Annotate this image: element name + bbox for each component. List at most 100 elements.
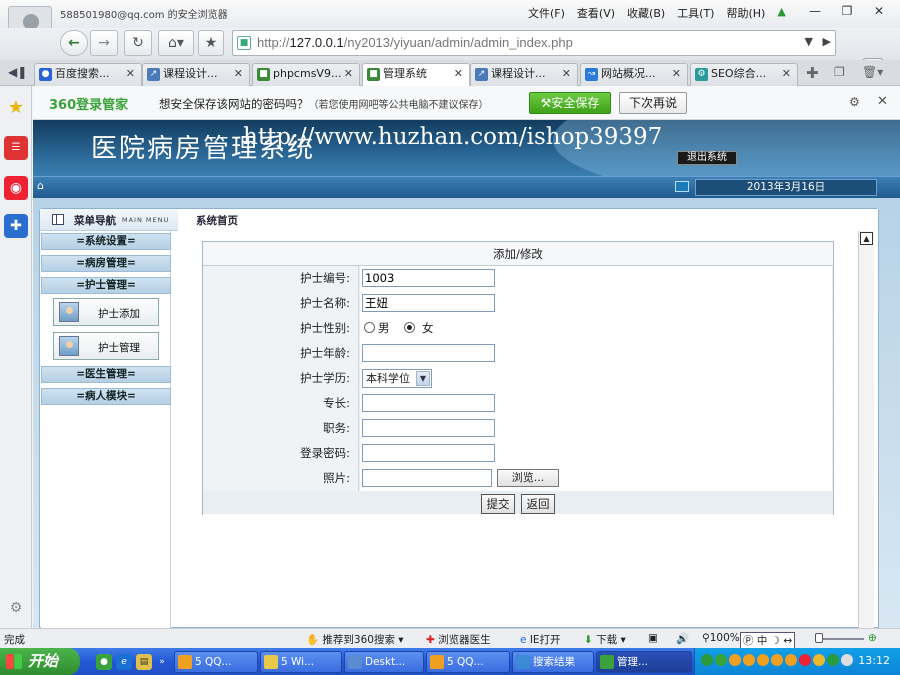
tab-close-icon[interactable]: ✕ (782, 64, 791, 84)
tray-qq-icon[interactable] (757, 654, 769, 666)
zoom-control[interactable]: ⚲100% (702, 632, 740, 644)
zoom-slider-knob[interactable] (815, 633, 823, 643)
forward-button[interactable]: → (90, 30, 118, 56)
tab-baidu[interactable]: ● 百度搜索... ✕ (34, 63, 142, 86)
nav-group-nurse-management[interactable]: =护士管理= (41, 277, 171, 294)
zoom-in-icon[interactable]: ⊕ (868, 632, 877, 644)
tray-qq-icon[interactable] (785, 654, 797, 666)
breadcrumb-home[interactable]: 系统首页 (196, 213, 238, 228)
tray-shield-icon[interactable] (813, 654, 825, 666)
tray-qq-icon[interactable] (771, 654, 783, 666)
back-button[interactable]: 返回 (521, 494, 555, 514)
nav-group-patient-module[interactable]: =病人模块= (41, 388, 171, 405)
close-icon[interactable]: ✕ (864, 2, 894, 20)
url-dropdown-icon[interactable]: ▼ (805, 35, 813, 48)
browse-button[interactable]: 浏览... (497, 469, 559, 487)
nurse-id-input[interactable]: 1003 (362, 269, 495, 287)
tab-admin-system[interactable]: ■ 管理系统 ✕ (362, 63, 470, 86)
menu-help[interactable]: 帮助(H) (726, 5, 765, 21)
refresh-button[interactable]: ↻ (124, 30, 152, 56)
tray-360-icon[interactable] (715, 654, 727, 666)
ime-toolbar[interactable]: Ⓟ 中 ☽ ↔ (740, 632, 796, 649)
speciality-input[interactable] (362, 394, 495, 412)
gender-female-radio[interactable] (404, 322, 415, 333)
folder-icon[interactable]: ▤ (136, 654, 152, 670)
menu-file[interactable]: 文件(F) (528, 5, 565, 21)
tab-seo[interactable]: ⚙ SEO综合... ✕ (690, 63, 798, 86)
tray-app-icon[interactable] (701, 654, 713, 666)
ie-icon[interactable]: e (116, 654, 132, 670)
later-button[interactable]: 下次再说 (619, 92, 687, 114)
restore-icon[interactable]: ❐ (832, 2, 862, 20)
submit-button[interactable]: 提交 (481, 494, 515, 514)
settings-gear-icon[interactable]: ⚙ (4, 596, 28, 620)
tab-close-icon[interactable]: ✕ (126, 64, 135, 84)
tab-close-icon[interactable]: ✕ (344, 64, 353, 84)
favorite-star-button[interactable]: ★ (198, 30, 224, 56)
tray-volume-icon[interactable] (841, 654, 853, 666)
menu-tools[interactable]: 工具(T) (677, 5, 714, 21)
gender-male-radio[interactable] (364, 322, 375, 333)
minimize-icon[interactable]: — (800, 2, 830, 20)
tab-phpcms[interactable]: ■ phpcmsV9... ✕ (252, 63, 360, 86)
closed-tabs-icon[interactable]: ❐ (834, 65, 845, 79)
download-button[interactable]: ⬇ 下载 ▾ (584, 632, 626, 647)
tab-close-icon[interactable]: ✕ (454, 64, 463, 84)
tab-close-icon[interactable]: ✕ (672, 64, 681, 84)
task-desktop[interactable]: Deskt... (344, 651, 424, 673)
nurse-age-input[interactable] (362, 344, 495, 362)
tab-site-overview[interactable]: ↝ 网站概况... ✕ (580, 63, 688, 86)
news-icon[interactable]: ☰ (4, 136, 28, 160)
speaker-icon[interactable]: 🔊 (676, 632, 689, 645)
menu-view[interactable]: 查看(V) (577, 5, 615, 21)
nav-item-manage-nurse[interactable]: 护士管理 (53, 332, 159, 360)
tab-close-icon[interactable]: ✕ (234, 64, 243, 84)
tab-course-1[interactable]: ↗ 课程设计... ✕ (142, 63, 250, 86)
task-qq-1[interactable]: 5 QQ... (174, 651, 258, 673)
ie-open-button[interactable]: e IE打开 (520, 632, 561, 647)
go-icon[interactable]: ▶ (823, 35, 831, 48)
login-password-input[interactable] (362, 444, 495, 462)
scroll-up-icon[interactable]: ▲ (860, 232, 873, 245)
education-select[interactable]: 本科学位 ▼ (362, 369, 432, 388)
new-tab-icon[interactable]: ✚ (806, 64, 819, 82)
home-icon[interactable]: ⌂ (37, 180, 51, 192)
nav-group-ward-management[interactable]: =病房管理= (41, 255, 171, 272)
task-search-results[interactable]: 搜索结果 (512, 651, 594, 673)
more-icon[interactable]: » (154, 654, 170, 670)
position-input[interactable] (362, 419, 495, 437)
tray-network-icon[interactable] (827, 654, 839, 666)
home-button[interactable]: ⌂▾ (158, 30, 194, 56)
shirt-icon[interactable]: ▲ (777, 5, 785, 21)
close-icon[interactable]: ✕ (877, 94, 888, 109)
url-input[interactable]: ■ http://127.0.0.1/ny2013/yiyuan/admin/a… (232, 30, 836, 56)
app-add-icon[interactable]: ✚ (4, 214, 28, 238)
window-icon[interactable]: ▣ (648, 632, 658, 644)
sidebar-toggle-icon[interactable]: ◀❚ (8, 65, 27, 79)
back-button[interactable]: ← (60, 30, 88, 56)
zoom-slider-track[interactable] (818, 638, 864, 640)
photo-file-input[interactable] (362, 469, 492, 487)
logout-button[interactable]: 退出系统 (677, 151, 737, 165)
tab-course-2[interactable]: ↗ 课程设计... ✕ (470, 63, 578, 86)
task-windows-explorer[interactable]: 5 Wi... (260, 651, 342, 673)
task-admin-browser[interactable]: 管理... (596, 651, 692, 673)
nav-group-doctor-management[interactable]: =医生管理= (41, 366, 171, 383)
tray-security-icon[interactable] (799, 654, 811, 666)
task-qq-2[interactable]: 5 QQ... (426, 651, 510, 673)
recommend-360-button[interactable]: ✋ 推荐到360搜索 ▾ (306, 632, 404, 647)
nav-item-add-nurse[interactable]: 护士添加 (53, 298, 159, 326)
nurse-name-input[interactable]: 王妞 (362, 294, 495, 312)
secure-save-button[interactable]: ⚒安全保存 (529, 92, 611, 114)
start-button[interactable]: 开始 (0, 648, 80, 675)
tray-qq-icon[interactable] (743, 654, 755, 666)
360-browser-icon[interactable]: ● (96, 654, 112, 670)
scrollbar[interactable]: ▲ (858, 231, 874, 629)
favorites-star-icon[interactable]: ★ (4, 96, 28, 120)
chevron-down-icon[interactable]: ▼ (416, 371, 430, 386)
gear-icon[interactable]: ⚙ (849, 95, 860, 109)
tab-close-icon[interactable]: ✕ (562, 64, 571, 84)
nav-group-system-settings[interactable]: =系统设置= (41, 233, 171, 250)
trash-icon[interactable]: 🗑▾ (862, 65, 883, 79)
browser-doctor-button[interactable]: ✚ 浏览器医生 (426, 632, 491, 647)
